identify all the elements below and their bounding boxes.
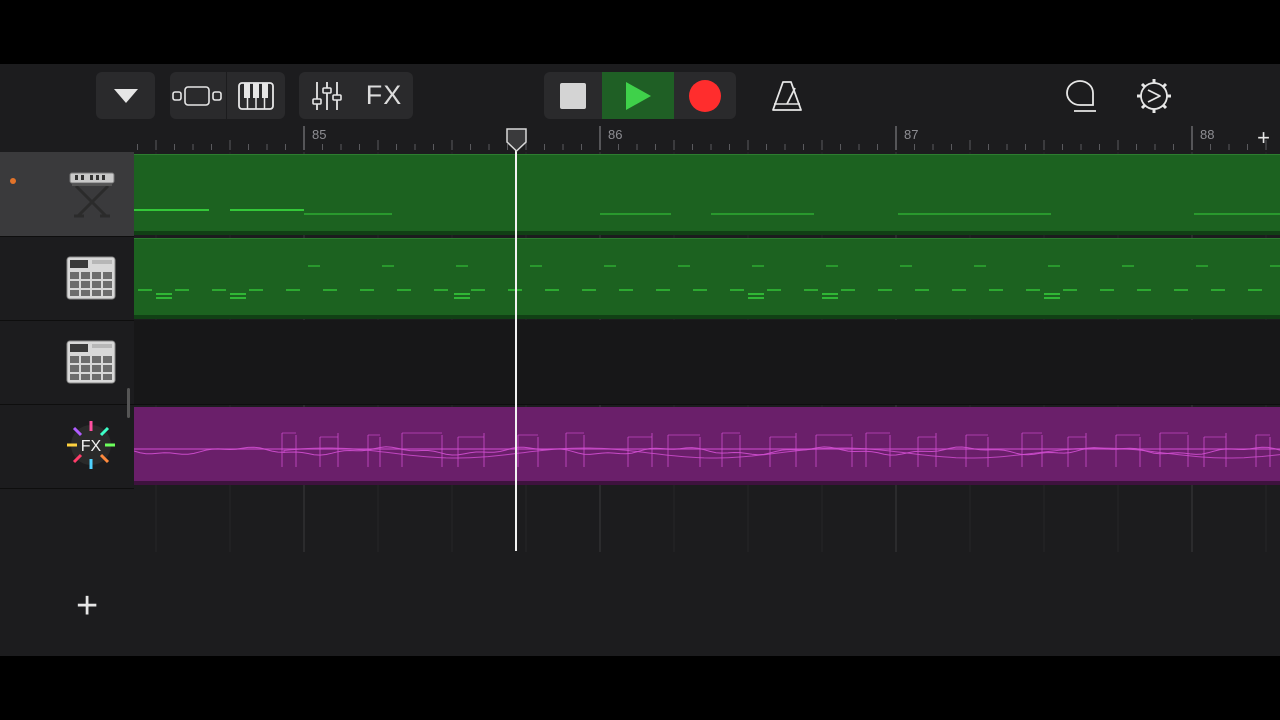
metronome-icon <box>772 81 802 111</box>
track-headers: FX + <box>0 152 134 656</box>
tracks-view-icon <box>172 85 222 106</box>
midi-region-keyboard[interactable] <box>134 154 1280 235</box>
record-arm-indicator <box>10 178 16 184</box>
lane-beat-sequencer-2[interactable] <box>134 320 1280 405</box>
midi-region-beat-sequencer[interactable] <box>134 238 1280 319</box>
view-buttons-group <box>170 72 285 119</box>
track-scroll-indicator[interactable] <box>127 388 130 418</box>
automation-region-fx[interactable] <box>134 407 1280 485</box>
playhead-handle[interactable] <box>506 128 527 152</box>
ruler-ticks <box>137 126 1267 150</box>
drum-machine-icon <box>66 340 116 384</box>
track-header-beat-sequencer-2[interactable] <box>0 320 134 405</box>
midi-notes <box>134 209 1280 215</box>
lane-beat-sequencer-1[interactable] <box>134 236 1280 320</box>
stop-icon <box>560 82 586 109</box>
lane-fx[interactable] <box>134 404 1280 488</box>
bar-number-85: 85 <box>312 127 327 142</box>
keyboard-stand-icon <box>69 172 115 218</box>
automation-curves <box>134 432 1280 467</box>
keyboard-button[interactable] <box>227 72 285 119</box>
add-track-button[interactable]: + <box>76 587 98 625</box>
playhead[interactable] <box>515 130 517 551</box>
loop-browser-icon <box>1066 80 1096 112</box>
browser-button[interactable] <box>96 72 155 119</box>
record-button[interactable] <box>674 72 736 119</box>
settings-button[interactable] <box>1130 76 1178 116</box>
svg-text:FX: FX <box>81 438 102 455</box>
mixer-fx-group: FX <box>299 72 413 119</box>
record-icon <box>689 79 721 112</box>
mixer-button[interactable] <box>299 72 355 119</box>
garageband-window: FX 85 86 87 88 + FX + <box>0 64 1280 656</box>
metronome-button[interactable] <box>762 76 812 116</box>
drum-steps <box>138 265 1280 299</box>
fx-button[interactable]: FX <box>355 72 413 119</box>
tracks-view-button[interactable] <box>170 72 226 119</box>
timeline-ruler[interactable]: 85 86 87 88 + <box>134 125 1280 152</box>
piano-keyboard-icon <box>238 81 274 110</box>
bar-number-88: 88 <box>1200 127 1215 142</box>
stop-button[interactable] <box>544 72 602 119</box>
track-header-fx[interactable]: FX <box>0 404 134 489</box>
gear-icon <box>1137 79 1171 113</box>
add-section-button[interactable]: + <box>1257 125 1270 151</box>
chevron-down-icon <box>113 88 138 103</box>
fx-burst-icon: FX <box>67 421 115 469</box>
play-button[interactable] <box>602 72 674 119</box>
track-lanes[interactable] <box>134 152 1280 656</box>
loop-browser-button[interactable] <box>1056 76 1104 116</box>
bar-number-86: 86 <box>608 127 623 142</box>
transport-controls <box>544 72 736 119</box>
track-header-keyboard[interactable] <box>0 152 134 237</box>
fx-label: FX <box>365 80 403 110</box>
play-icon <box>626 81 651 110</box>
lane-keyboard[interactable] <box>134 152 1280 236</box>
track-header-beat-sequencer-1[interactable] <box>0 236 134 321</box>
toolbar: FX <box>0 64 1280 126</box>
mixer-sliders-icon <box>312 81 342 110</box>
bar-number-87: 87 <box>904 127 919 142</box>
drum-machine-icon <box>66 256 116 300</box>
